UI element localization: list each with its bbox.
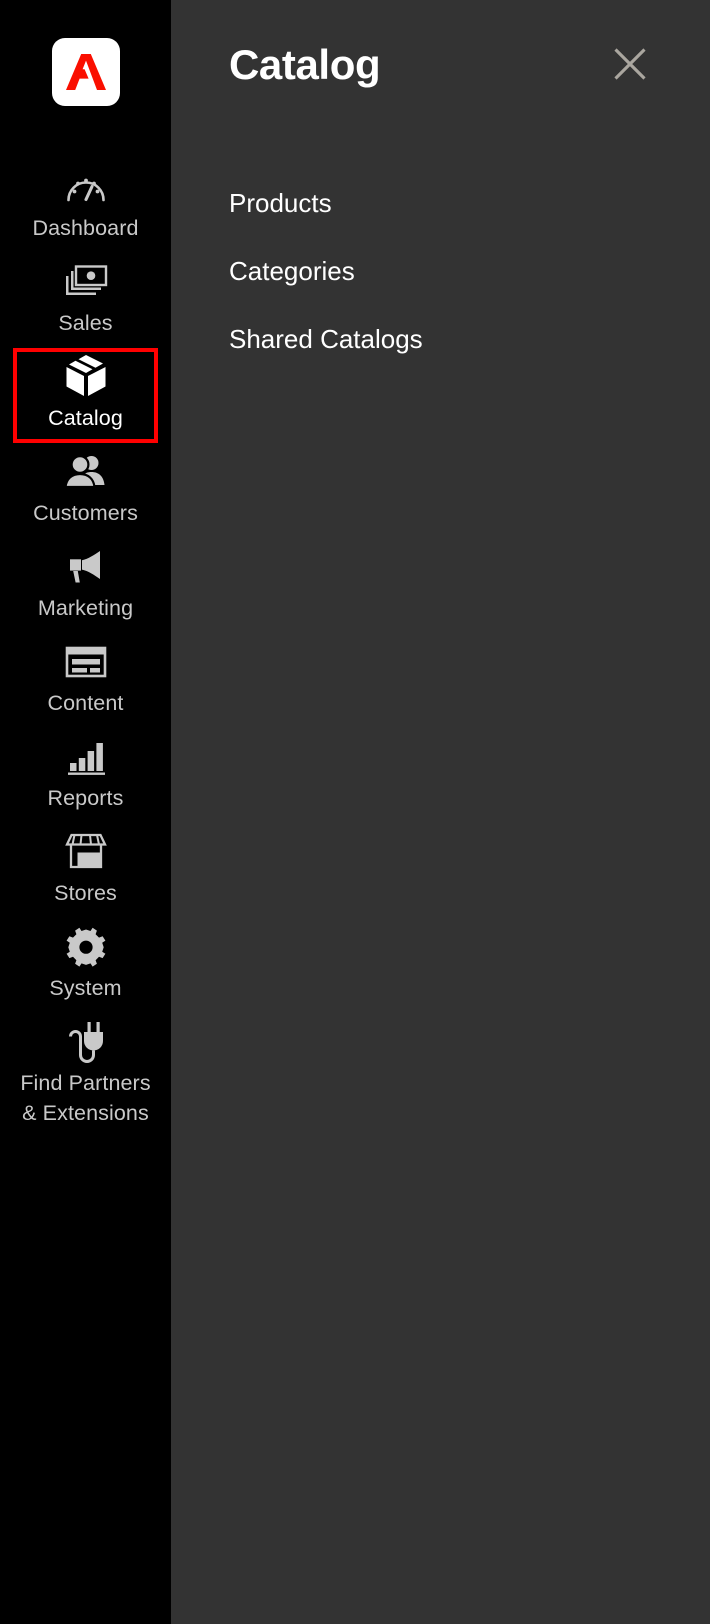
adobe-logo-icon[interactable] (51, 38, 120, 106)
gear-icon (65, 926, 107, 968)
close-icon (612, 46, 648, 82)
sidebar-item-label: Sales (58, 311, 113, 335)
sidebar-item-customers[interactable]: Customers (0, 443, 171, 538)
catalog-flyout-panel: Catalog Products Categories Shared Catal… (171, 0, 710, 1624)
sidebar-item-label: Customers (33, 501, 138, 525)
sidebar-item-stores[interactable]: Stores (0, 823, 171, 918)
gauge-icon (65, 166, 107, 208)
logo-container (0, 38, 171, 106)
money-stack-icon (63, 261, 109, 303)
sidebar-item-label: Marketing (37, 596, 134, 620)
sidebar-item-label: Reports (47, 786, 124, 810)
submenu-item-products[interactable]: Products (229, 188, 332, 218)
megaphone-icon (64, 546, 108, 588)
box-icon (62, 355, 110, 398)
layout-window-icon (64, 641, 108, 683)
sidebar-item-label: Dashboard (32, 216, 139, 240)
storefront-icon (63, 831, 109, 873)
sidebar-item-system[interactable]: System (0, 918, 171, 1013)
submenu-item-shared-catalogs[interactable]: Shared Catalogs (229, 324, 423, 354)
sidebar-item-find-partners-extensions[interactable]: Find Partners & Extensions (0, 1013, 171, 1138)
bar-chart-icon (65, 736, 107, 778)
sidebar-item-catalog[interactable]: Catalog (13, 348, 158, 443)
panel-header: Catalog (171, 0, 710, 130)
submenu-item-categories[interactable]: Categories (229, 256, 355, 286)
sidebar-item-label: Catalog (48, 406, 123, 430)
sidebar-item-label: Find Partners & Extensions (20, 1071, 151, 1125)
sidebar-item-reports[interactable]: Reports (0, 728, 171, 823)
sidebar-item-label: Stores (54, 881, 117, 905)
catalog-submenu: Products Categories Shared Catalogs (171, 130, 710, 354)
sidebar-item-content[interactable]: Content (0, 633, 171, 728)
page-title: Catalog (229, 41, 381, 88)
sidebar-item-dashboard[interactable]: Dashboard (0, 158, 171, 253)
sidebar-item-label: Content (47, 691, 124, 715)
close-menu-button[interactable] (610, 44, 650, 84)
sidebar-item-marketing[interactable]: Marketing (0, 538, 171, 633)
main-sidebar: Dashboard Sales Catalog Customers Market… (0, 0, 171, 1624)
plug-icon (63, 1021, 109, 1063)
sidebar-item-sales[interactable]: Sales (0, 253, 171, 348)
sidebar-item-label: System (49, 976, 122, 1000)
people-icon (63, 451, 109, 493)
admin-menu-overlay: Dashboard Sales Catalog Customers Market… (0, 0, 710, 1624)
